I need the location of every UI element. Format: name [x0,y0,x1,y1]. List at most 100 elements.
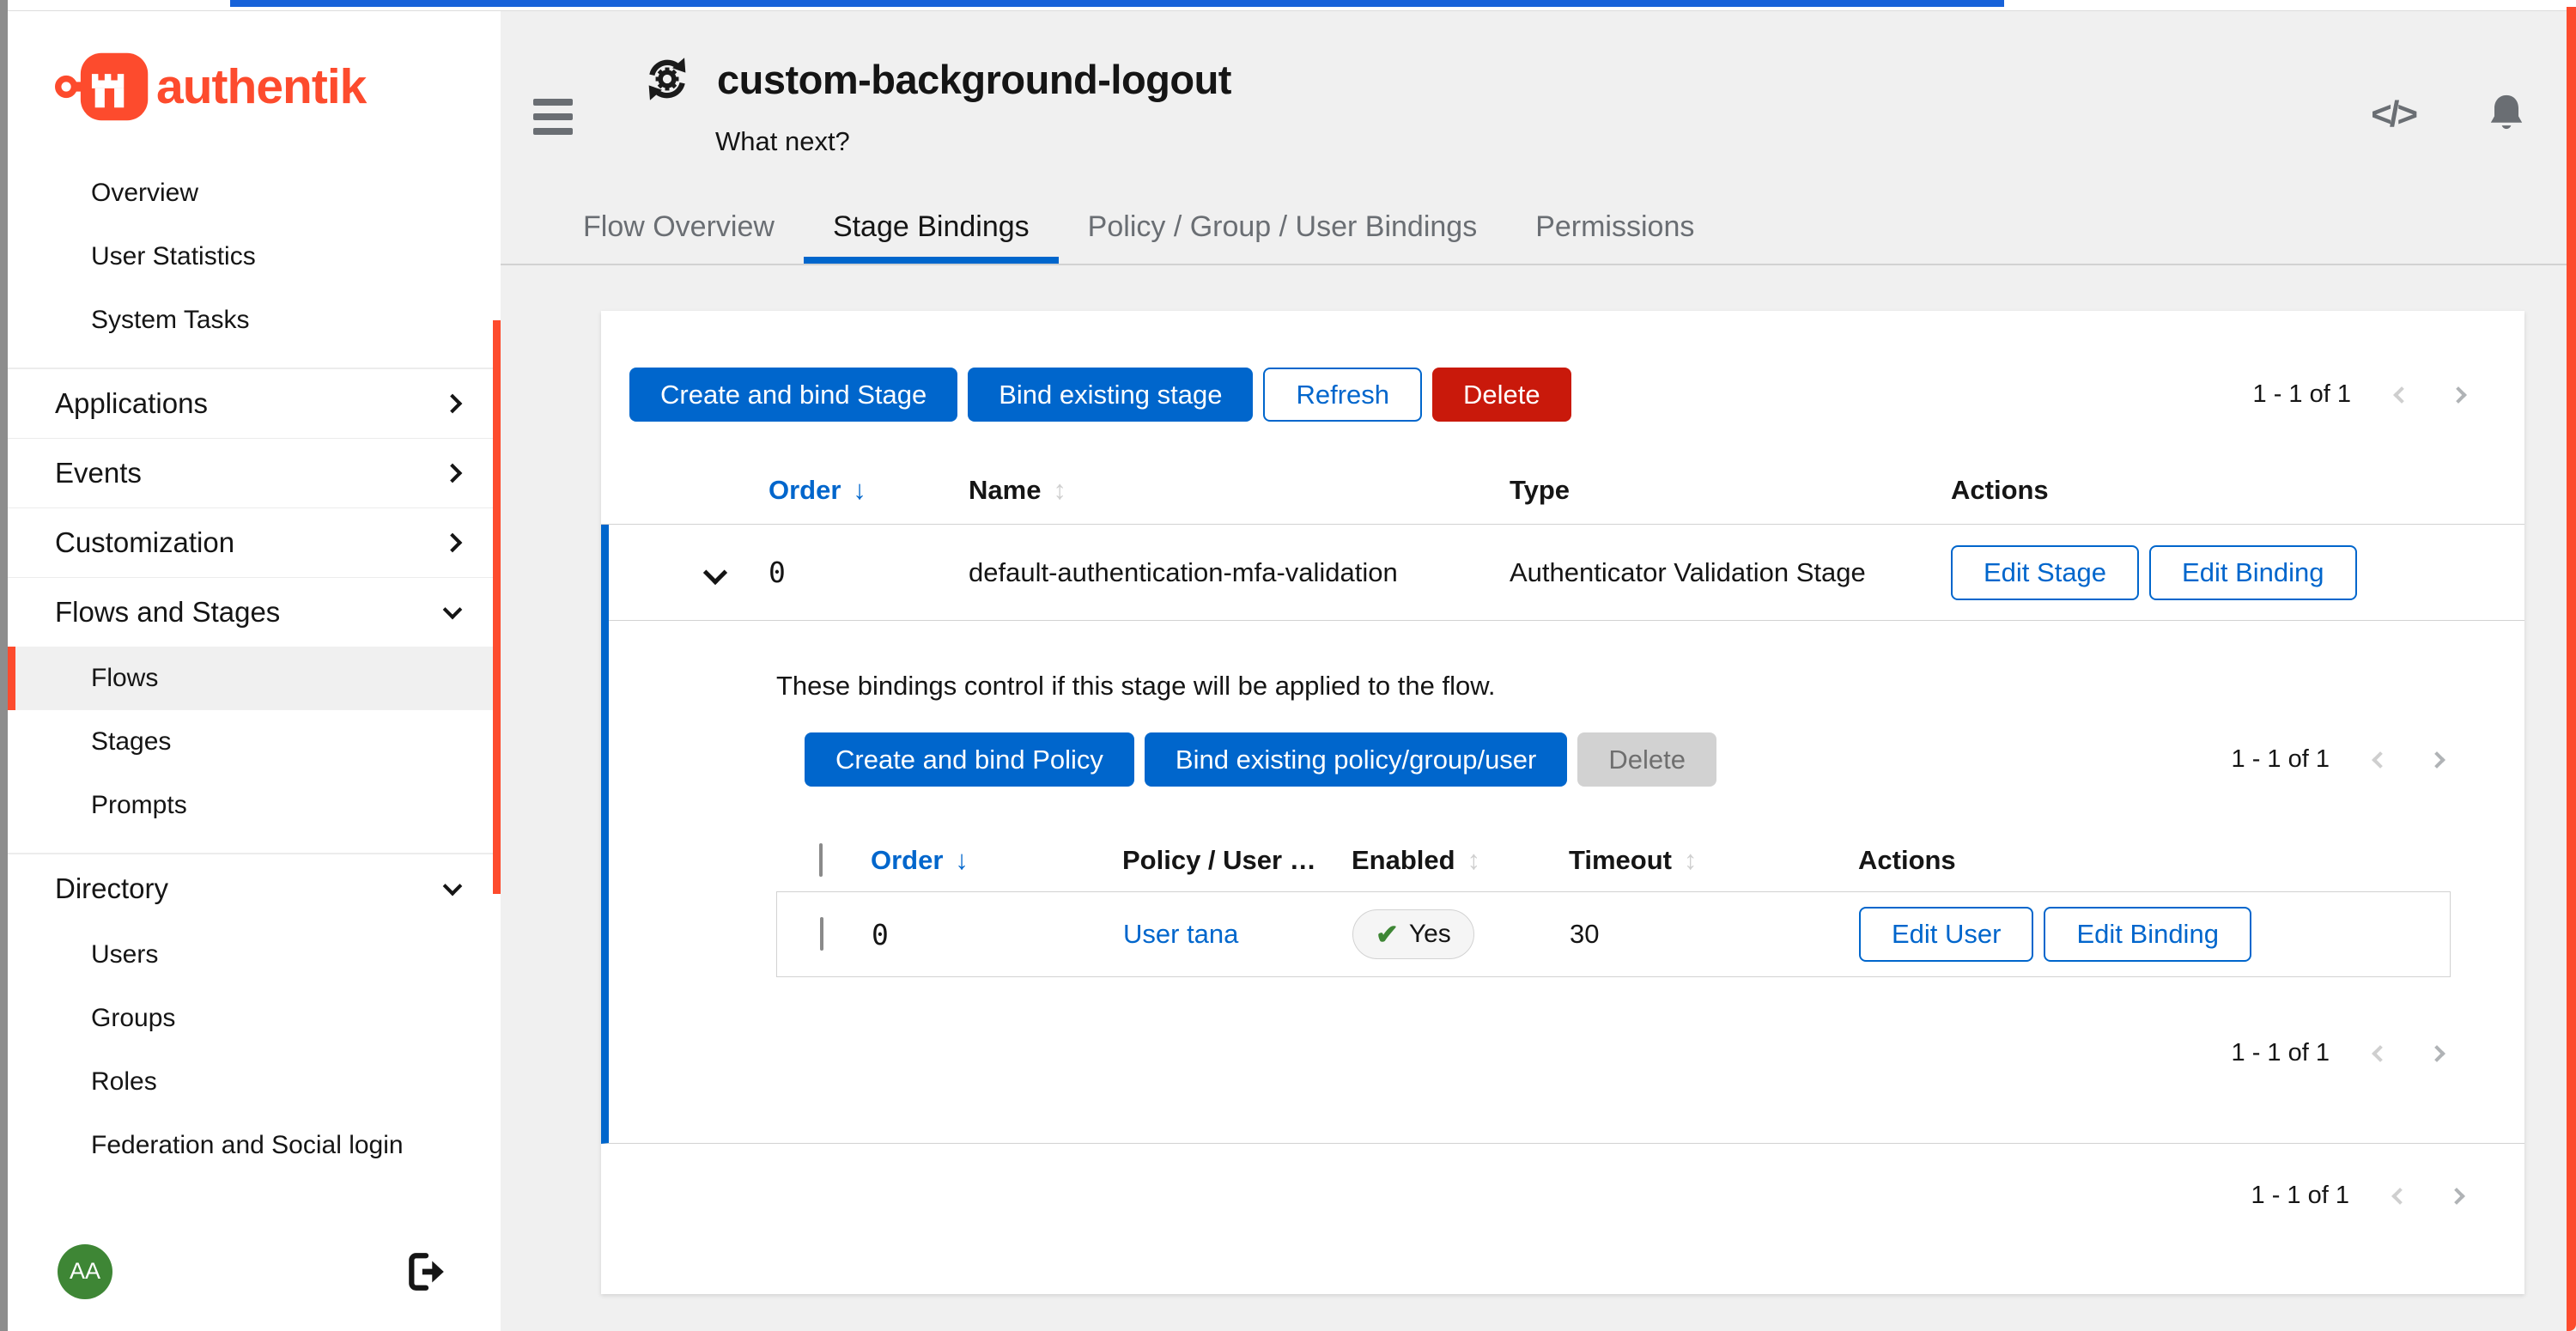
policy-bindings-panel: These bindings control if this stage wil… [609,621,2524,1143]
sidebar-section-applications[interactable]: Applications [8,368,501,438]
window-right-scrollbar[interactable] [2567,7,2576,1331]
stage-type-cell: Authenticator Validation Stage [1510,557,1951,588]
pagination-label: 1 - 1 of 1 [2251,1182,2349,1210]
tab-label: Stage Bindings [833,210,1030,244]
check-icon: ✔ [1376,918,1399,951]
stage-bindings-card: Create and bind Stage Bind existing stag… [601,311,2524,1294]
stage-toolbar: Create and bind Stage Bind existing stag… [601,311,2524,422]
pagination-label: 1 - 1 of 1 [2232,745,2330,774]
page-subtitle: What next? [715,126,1231,157]
sidebar-item-prompts[interactable]: Prompts [8,774,501,837]
sidebar-item-stages[interactable]: Stages [8,710,501,774]
page-header: custom-background-logout What next? </> [501,11,2567,157]
policy-table-header: Order↓ Policy / User … Enabled↕ Timeout↕… [776,830,2451,891]
enabled-label: Yes [1409,920,1451,949]
sign-out-icon[interactable] [404,1250,447,1293]
avatar-initials: AA [70,1258,100,1285]
edit-user-button[interactable]: Edit User [1859,907,2033,962]
stage-pagination-top: 1 - 1 of 1 [2253,380,2464,409]
sort-desc-icon: ↓ [955,845,969,875]
select-all-checkbox[interactable] [819,843,823,877]
column-actions: Actions [1858,845,2451,876]
column-name[interactable]: Name↕ [969,475,1510,506]
content-area: Create and bind Stage Bind existing stag… [501,265,2567,1294]
bind-existing-stage-button[interactable]: Bind existing stage [968,368,1253,422]
user-link[interactable]: User tana [1123,919,1238,949]
policy-table: Order↓ Policy / User … Enabled↕ Timeout↕… [776,830,2451,977]
tab-policy-group-user-bindings[interactable]: Policy / Group / User Bindings [1059,190,1507,264]
sidebar: authentik Overview User Statistics Syste… [8,11,501,1331]
sidebar-item-label: Flows [91,664,158,693]
chevron-down-icon [443,877,463,896]
sidebar-section-customization[interactable]: Customization [8,507,501,577]
stage-name-cell: default-authentication-mfa-validation [969,557,1510,588]
sidebar-item-groups[interactable]: Groups [8,987,501,1050]
refresh-button[interactable]: Refresh [1263,368,1422,422]
sidebar-item-user-statistics[interactable]: User Statistics [8,225,501,289]
policy-panel-description: These bindings control if this stage wil… [776,671,2443,702]
sidebar-item-label: Roles [91,1067,157,1097]
row-checkbox[interactable] [820,917,823,951]
sidebar-item-label: Federation and Social login [91,1131,404,1160]
column-order[interactable]: Order↓ [871,845,1122,876]
pagination-label: 1 - 1 of 1 [2232,1039,2330,1067]
bind-existing-policy-button[interactable]: Bind existing policy/group/user [1145,732,1567,787]
sidebar-item-users[interactable]: Users [8,923,501,987]
sidebar-item-federation[interactable]: Federation and Social login [8,1114,501,1177]
tab-label: Permissions [1535,210,1694,244]
pagination-next-icon[interactable] [2428,751,2445,769]
policy-pagination-top: 1 - 1 of 1 [2232,745,2443,774]
policy-pagination-bottom: 1 - 1 of 1 [2232,1039,2443,1067]
sidebar-item-label: Prompts [91,791,187,820]
pagination-next-icon[interactable] [2450,386,2467,404]
sidebar-section-events[interactable]: Events [8,438,501,507]
chevron-right-icon [443,394,463,414]
create-and-bind-stage-button[interactable]: Create and bind Stage [629,368,957,422]
notification-bell-icon[interactable] [2482,90,2530,138]
edit-binding-button[interactable]: Edit Binding [2149,545,2356,600]
hamburger-menu-icon[interactable] [533,99,573,157]
sidebar-item-overview[interactable]: Overview [8,161,501,225]
sidebar-item-label: User Statistics [91,242,256,271]
row-expander-icon[interactable] [703,560,727,584]
column-enabled[interactable]: Enabled↕ [1352,845,1569,876]
sidebar-item-flows[interactable]: Flows [8,647,501,710]
authentik-logo[interactable]: authentik [8,11,501,161]
tab-flow-overview[interactable]: Flow Overview [554,190,804,264]
authentik-logo-icon [55,50,151,124]
delete-button[interactable]: Delete [1432,368,1571,422]
column-timeout[interactable]: Timeout↕ [1569,845,1858,876]
sidebar-scrollbar-thumb[interactable] [493,320,501,894]
column-order[interactable]: Order↓ [769,475,969,506]
main-area: custom-background-logout What next? </> … [501,11,2567,1331]
create-and-bind-policy-button[interactable]: Create and bind Policy [805,732,1134,787]
pagination-prev-icon[interactable] [2393,386,2410,404]
edit-stage-button[interactable]: Edit Stage [1951,545,2139,600]
sidebar-item-system-tasks[interactable]: System Tasks [8,289,501,352]
pagination-next-icon[interactable] [2428,1045,2445,1062]
edit-binding-button[interactable]: Edit Binding [2044,907,2251,962]
tab-bar: Flow Overview Stage Bindings Policy / Gr… [501,190,2567,265]
pagination-prev-icon[interactable] [2391,1188,2409,1205]
sidebar-item-roles[interactable]: Roles [8,1050,501,1114]
sidebar-section-directory[interactable]: Directory [8,854,501,923]
column-actions: Actions [1951,475,2524,506]
sidebar-item-label: Users [91,940,158,969]
enabled-badge: ✔ Yes [1352,909,1474,959]
pagination-prev-icon[interactable] [2372,1045,2389,1062]
sidebar-section-flows-and-stages[interactable]: Flows and Stages [8,577,501,647]
api-code-icon[interactable]: </> [2371,94,2415,135]
sidebar-item-label: Stages [91,727,171,757]
chevron-right-icon [443,464,463,483]
tab-permissions[interactable]: Permissions [1506,190,1723,264]
pagination-prev-icon[interactable] [2372,751,2389,769]
sidebar-section-label: Customization [55,526,234,559]
pagination-next-icon[interactable] [2448,1188,2465,1205]
chevron-down-icon [443,600,463,620]
brand-name: authentik [156,58,366,115]
sidebar-footer: AA [8,1224,501,1331]
tab-stage-bindings[interactable]: Stage Bindings [804,190,1059,264]
policy-delete-button[interactable]: Delete [1577,732,1716,787]
stage-binding-row: 0 default-authentication-mfa-validation … [609,525,2524,621]
avatar[interactable]: AA [58,1244,112,1299]
